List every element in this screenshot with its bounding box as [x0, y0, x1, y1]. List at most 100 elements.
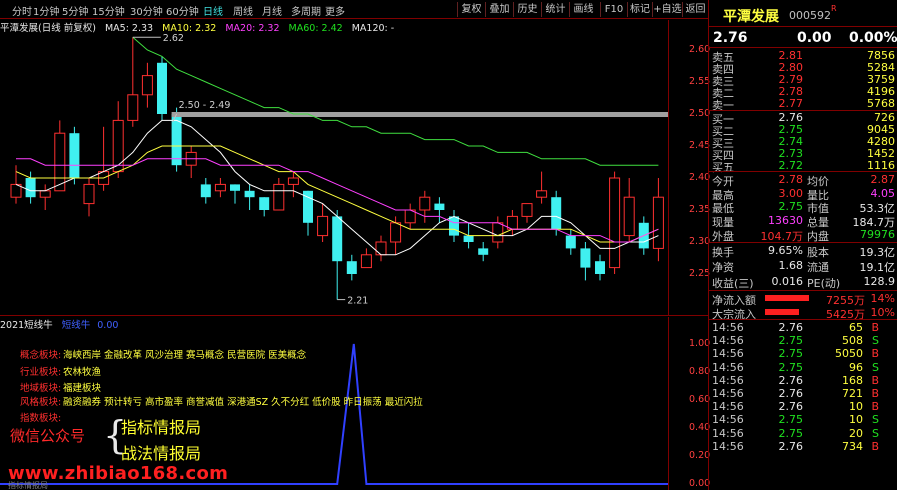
- flow-pct: 14%: [870, 292, 895, 305]
- order-book-row[interactable]: 卖一 2.77 5768: [709, 97, 897, 112]
- price-axis: 2.60 2.55 2.50 2.45 2.40 2.35 2.30 2.25: [668, 20, 711, 315]
- period-tab-1[interactable]: 1分钟: [33, 3, 59, 18]
- period-tab-3[interactable]: 15分钟: [92, 3, 125, 18]
- flow-bar: [765, 295, 809, 301]
- row-divider: [709, 241, 897, 243]
- candlestick-chart[interactable]: 2.62 2.50 - 2.49 2.21: [0, 20, 668, 315]
- stat-row: 现量 13630 总量 184.7万: [709, 214, 897, 229]
- candle-down: [244, 190, 255, 198]
- period-tab-9[interactable]: 多周期: [291, 3, 321, 18]
- tick-price: 2.76: [778, 439, 804, 453]
- tick-row: 14:56 2.75 10 S: [709, 413, 897, 426]
- price-change: 0.00: [797, 30, 832, 46]
- order-book-row[interactable]: 卖三 2.79 3759: [709, 73, 897, 88]
- order-book-row[interactable]: 卖二 2.78 4196: [709, 85, 897, 100]
- toolbar-button-7[interactable]: +自选: [652, 2, 682, 17]
- sector-row: 行业板块: 农林牧渔: [20, 364, 101, 378]
- period-tab-8[interactable]: 月线: [262, 3, 282, 18]
- indicator-tick: 0.00: [689, 478, 711, 489]
- order-price: 2.78: [778, 85, 804, 99]
- sector-value[interactable]: 福建板块: [63, 383, 101, 394]
- toolbar-button-5[interactable]: F10: [600, 2, 627, 17]
- candle-down: [463, 235, 474, 242]
- low-annotation: 2.21: [347, 296, 368, 307]
- flow-row: 净流入额 7255万 14%: [709, 292, 897, 307]
- indicator-tick: 1.00: [689, 338, 711, 349]
- candle-down: [25, 178, 36, 198]
- order-price: 2.76: [778, 110, 804, 124]
- order-price: 2.74: [778, 134, 804, 148]
- period-tab-6[interactable]: 日线: [203, 3, 223, 18]
- last-price: 2.76: [713, 30, 748, 46]
- stat-value: 0.016: [771, 274, 804, 288]
- tick-time: 14:56: [712, 360, 744, 374]
- ad-line-1: 指标情报局: [121, 418, 202, 437]
- stat-value: 19.3亿: [859, 245, 896, 259]
- candle-up: [536, 190, 548, 198]
- period-tab-2[interactable]: 5分钟: [62, 3, 88, 18]
- order-book-row[interactable]: 买四 2.73 1452: [709, 146, 897, 162]
- period-tab-0[interactable]: 分时: [12, 3, 32, 18]
- row-divider: [709, 290, 897, 291]
- period-tab-7[interactable]: 周线: [233, 3, 253, 18]
- tick-time: 14:56: [712, 373, 744, 387]
- flow-pct: 10%: [870, 305, 895, 319]
- order-price: 2.73: [778, 146, 804, 160]
- order-volume: 1116: [867, 158, 895, 172]
- toolbar-button-3[interactable]: 统计: [541, 2, 569, 17]
- period-toolbar: 分时 1分钟 5分钟 15分钟 30分钟 60分钟 日线 周线 月线 多周期 更多 复权 叠加 历史 统计画…: [0, 0, 708, 19]
- tick-time: 14:56: [712, 347, 744, 361]
- toolbar-button-6[interactable]: 标记: [627, 2, 652, 17]
- candle-up: [54, 132, 66, 192]
- order-price: 2.72: [778, 158, 804, 172]
- order-book-row[interactable]: 卖四 2.80 5284: [709, 61, 897, 76]
- toolbar-button-0[interactable]: 复权: [457, 2, 485, 17]
- order-book-row[interactable]: 卖五 2.81 7856: [709, 49, 897, 64]
- stock-mark: R: [831, 4, 837, 13]
- period-tab-10[interactable]: 更多: [325, 3, 345, 18]
- stock-code: 000592: [789, 9, 831, 22]
- price-tick: 2.35: [689, 204, 711, 215]
- tick-row: 14:56 2.76 168 B: [709, 374, 897, 387]
- toolbar-button-4[interactable]: 画线: [569, 2, 597, 17]
- order-volume: 4196: [867, 85, 895, 99]
- sector-value[interactable]: 海峡西岸 金融改革 风沙治理 赛马概念 民营医院 医美概念: [63, 350, 306, 361]
- ad-line-2: 战法情报局: [121, 444, 202, 463]
- toolbar-button-2[interactable]: 历史: [513, 2, 541, 17]
- tick-time: 14:56: [712, 413, 744, 427]
- order-price: 2.75: [778, 122, 804, 136]
- tick-side: S: [872, 360, 879, 374]
- order-volume: 9045: [867, 122, 895, 136]
- tick-volume: 734: [842, 439, 863, 453]
- sector-value[interactable]: 农林牧渔: [63, 367, 101, 378]
- toolbar-button-1[interactable]: 叠加: [485, 2, 513, 17]
- sector-value[interactable]: 融资融券 预计转亏 高市盈率 商誉减值 深港通SZ 久不分红 低价股 昨日振荡 …: [63, 397, 423, 408]
- price-tick: 2.25: [689, 268, 711, 279]
- order-book-row[interactable]: 买一 2.76 726: [709, 110, 897, 126]
- tick-volume: 20: [849, 426, 863, 440]
- wechat-label: 微信公众号: [10, 427, 86, 445]
- tick-volume: 5050: [835, 347, 863, 361]
- tick-price: 2.76: [778, 387, 804, 400]
- order-book-row[interactable]: 买三 2.74 4280: [709, 134, 897, 150]
- toolbar-button-8[interactable]: 返回: [682, 2, 708, 17]
- sector-label: 行业板块:: [20, 367, 62, 378]
- sector-label: 风格板块:: [20, 397, 62, 408]
- tick-time: 14:56: [712, 387, 744, 400]
- tick-price: 2.76: [778, 321, 804, 334]
- row-divider: [709, 171, 897, 172]
- tick-price: 2.76: [778, 400, 804, 414]
- candle-down: [157, 62, 167, 114]
- price-tick: 2.30: [689, 236, 711, 247]
- order-book-row[interactable]: 买五 2.72 1116: [709, 158, 897, 174]
- period-tab-4[interactable]: 30分钟: [130, 3, 163, 18]
- indicator-tick: 0.20: [689, 450, 711, 461]
- candle-up: [287, 177, 299, 185]
- order-volume: 726: [874, 110, 895, 124]
- sector-label: 指数板块:: [20, 413, 62, 424]
- candle-up: [609, 177, 621, 269]
- period-tab-5[interactable]: 60分钟: [166, 3, 199, 18]
- sector-label: 地域板块:: [20, 383, 62, 394]
- tick-row: 14:56 2.76 721 B: [709, 387, 897, 400]
- order-book-row[interactable]: 买二 2.75 9045: [709, 122, 897, 138]
